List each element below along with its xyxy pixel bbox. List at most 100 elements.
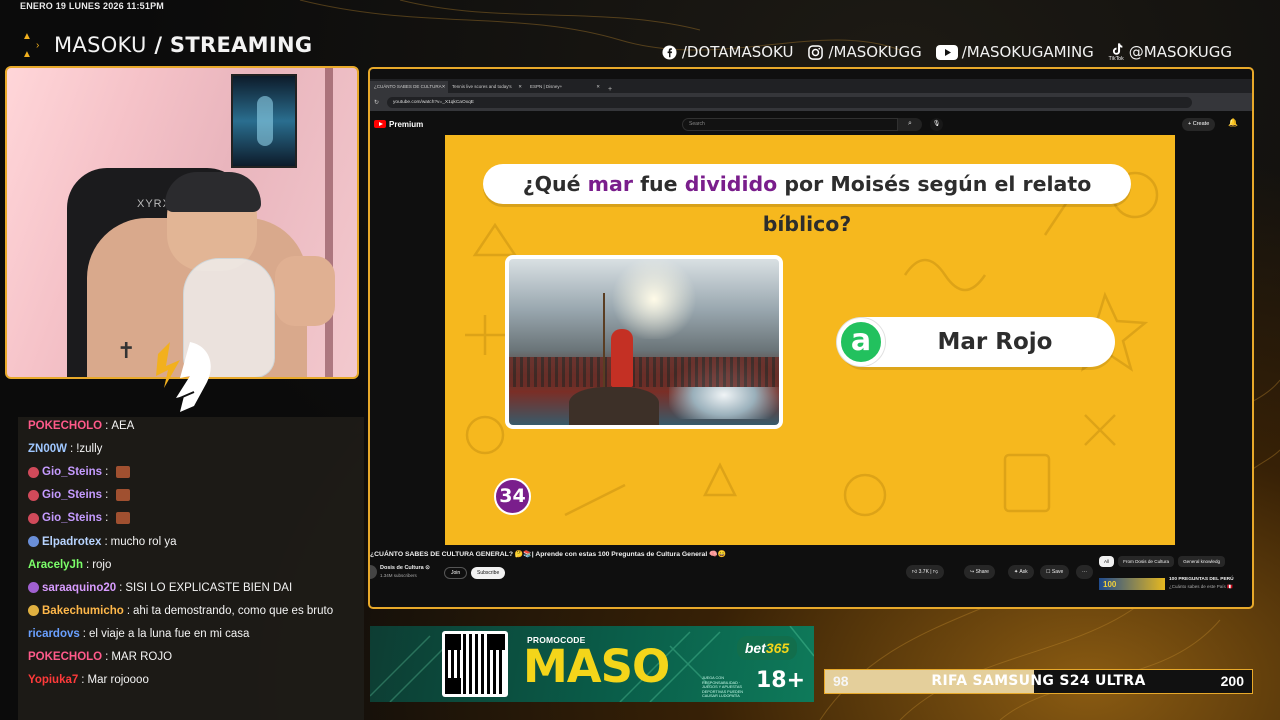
- streamer-cap: [165, 172, 261, 212]
- chat-message: ZN00W: !zully: [28, 443, 102, 455]
- tab-title: ESPN | Disney+: [530, 84, 563, 89]
- channel-avatar[interactable]: [370, 565, 377, 579]
- search-icon[interactable]: ⌕: [898, 118, 922, 131]
- question-highlight: dividido: [684, 172, 778, 196]
- chat-text: el viaje a la luna fue en mi casa: [88, 627, 250, 640]
- microphone-icon[interactable]: 🎙: [930, 118, 943, 131]
- bell-icon[interactable]: 🔔: [1228, 118, 1238, 127]
- chat-text: SISI LO EXPLICASTE BIEN DAI: [125, 581, 293, 594]
- youtube-handle: /MASOKUGAMING: [961, 43, 1094, 61]
- video-player[interactable]: ¿Qué mar fue dividido por Moisés según e…: [445, 135, 1175, 545]
- create-button[interactable]: + Create: [1182, 118, 1216, 131]
- thumbnail-text: 100: [1103, 580, 1117, 589]
- webcam-feed: XYRX ✝: [5, 66, 359, 379]
- chat-username[interactable]: ZN00W: [28, 443, 67, 455]
- chat-separator: :: [105, 420, 109, 432]
- tiktok-caption: TikTok: [1108, 56, 1124, 62]
- chat-username[interactable]: saraaquino20: [42, 582, 116, 594]
- chat-separator: :: [105, 466, 109, 479]
- youtube-brand-label: Premium: [389, 119, 424, 129]
- tattoo-cross-icon: ✝: [117, 338, 136, 363]
- recommended-title: 100 PREGUNTAS DEL PERÚ: [1169, 577, 1234, 582]
- chat-text: !zully: [76, 443, 103, 456]
- sponsor-fine-print: JUEGA CON RESPONSABILIDAD · JUEGOS Y APU…: [702, 676, 744, 698]
- chat-separator: :: [85, 558, 90, 571]
- chat-separator: :: [82, 627, 86, 640]
- wall-poster: [231, 74, 297, 168]
- user-badge-icon: [28, 489, 39, 501]
- tab-close-icon[interactable]: ✕: [596, 84, 600, 90]
- more-button[interactable]: ···: [1076, 565, 1093, 579]
- youtube-logo[interactable]: Premium: [370, 120, 423, 129]
- qr-pattern: [445, 634, 505, 694]
- ask-button[interactable]: ✦ Ask: [1008, 565, 1034, 579]
- chat-username[interactable]: Bakechumicho: [42, 605, 124, 617]
- user-badge-icon: [28, 605, 39, 617]
- chat-username[interactable]: ricardovs: [28, 628, 80, 640]
- instagram-handle: /MASOKUGG: [828, 43, 922, 61]
- illustration-light: [609, 259, 699, 339]
- chat-username[interactable]: Elpadrotex: [42, 536, 101, 548]
- sponsor-banner[interactable]: PROMOCODE MASO JUEGA CON RESPONSABILIDAD…: [370, 626, 814, 702]
- chat-username[interactable]: Gio_Steins: [42, 466, 102, 478]
- browser-tab[interactable]: Tennis live scores and today's ✕: [448, 81, 526, 93]
- join-button[interactable]: Join: [444, 567, 468, 579]
- chat-text: mucho rol ya: [110, 535, 177, 548]
- social-links: /DOTAMASOKU /MASOKUGG /MASOKUGAMING TikT…: [661, 41, 1232, 63]
- address-bar[interactable]: youtube.com/watch?v=_X1qkCaOxqE: [387, 96, 1192, 108]
- youtube-icon: [935, 44, 958, 61]
- chip-topic[interactable]: General knowledg: [1178, 556, 1226, 567]
- chat-message: Gio_Steins:: [28, 512, 131, 525]
- chat-username[interactable]: Gio_Steins: [42, 489, 102, 501]
- chat-message: Gio_Steins:: [28, 489, 131, 502]
- like-count: 3.7K: [918, 569, 929, 575]
- quiz-question: ¿Qué mar fue dividido por Moisés según e…: [483, 164, 1131, 236]
- chat-username[interactable]: AracelyJh: [28, 559, 83, 571]
- like-button[interactable]: 👍︎ 3.7K | 👎︎: [906, 565, 945, 579]
- chip-channel[interactable]: From Dosis de Cultura: [1118, 556, 1175, 567]
- reload-icon[interactable]: ↻: [370, 99, 383, 106]
- video-title: ¿CUÁNTO SABES DE CULTURA GENERAL? 🤔📚| Ap…: [370, 551, 727, 558]
- youtube-search-input[interactable]: Search: [682, 118, 898, 131]
- brand-suffix: / STREAMING: [146, 33, 313, 57]
- chat-username[interactable]: Yopiuka7: [28, 674, 78, 686]
- chat-message: Gio_Steins:: [28, 466, 131, 479]
- chat-username[interactable]: Gio_Steins: [42, 512, 102, 524]
- chip-all[interactable]: All: [1099, 556, 1115, 567]
- illustration-figure: [611, 329, 633, 387]
- browser-tab[interactable]: ESPN | Disney+ ✕: [526, 81, 604, 93]
- chat-separator: :: [119, 581, 123, 594]
- chat-separator: :: [69, 443, 74, 456]
- tab-close-icon[interactable]: ✕: [442, 84, 446, 90]
- save-button[interactable]: ☐ Save: [1040, 565, 1070, 579]
- recommended-subtitle: ¿Cuánto sabes de este País 🇵🇪: [1169, 584, 1233, 589]
- channel-name[interactable]: Dosis de Cultura ⊙: [380, 565, 430, 571]
- chat-username[interactable]: POKECHOLO: [28, 420, 102, 432]
- chat-username[interactable]: POKECHOLO: [28, 651, 102, 663]
- chat-text: ahi ta demostrando, como que es bruto: [133, 604, 334, 617]
- tiktok-icon: TikTok: [1108, 41, 1125, 63]
- user-badge-icon: [28, 582, 39, 594]
- stream-date: ENERO 19 LUNES 2026 11:51PM: [20, 1, 164, 11]
- streamer-logo: [156, 342, 211, 412]
- brand: ▲ › ▲ MASOKU / STREAMING: [20, 32, 313, 60]
- chat-message: AracelyJh: rojo: [28, 559, 111, 571]
- question-highlight: mar: [587, 172, 633, 196]
- chat-emote-icon: [116, 466, 131, 479]
- share-label: Share: [975, 569, 989, 575]
- recommended-video[interactable]: 100 100 PREGUNTAS DEL PERÚ ¿Cuánto sabes…: [1099, 576, 1252, 590]
- browser-tab-active[interactable]: ¿CUÁNTO SABES DE CULTURA ✕: [370, 81, 448, 93]
- chat-message: saraaquino20: SISI LO EXPLICASTE BIEN DAI: [28, 582, 292, 594]
- tab-close-icon[interactable]: ✕: [518, 84, 522, 90]
- channel-subscribers: 1.34M subscribers: [380, 573, 417, 578]
- raffle-progress-bar: 98 RIFA SAMSUNG S24 ULTRA 200: [824, 669, 1253, 694]
- new-tab-icon[interactable]: +: [604, 86, 616, 93]
- chat-text: Mar rojoooo: [87, 674, 149, 687]
- raffle-title: RIFA SAMSUNG S24 ULTRA: [931, 673, 1146, 689]
- chat-panel: POKECHOLO: AEA ZN00W: !zully Gio_Steins: Gio_…: [18, 417, 364, 720]
- share-button[interactable]: ↪ Share: [964, 565, 995, 579]
- illustration-rock: [569, 387, 659, 425]
- user-badge-icon: [28, 466, 39, 478]
- subscribe-button[interactable]: Subscribe: [471, 567, 506, 579]
- ask-label: Ask: [1019, 569, 1028, 575]
